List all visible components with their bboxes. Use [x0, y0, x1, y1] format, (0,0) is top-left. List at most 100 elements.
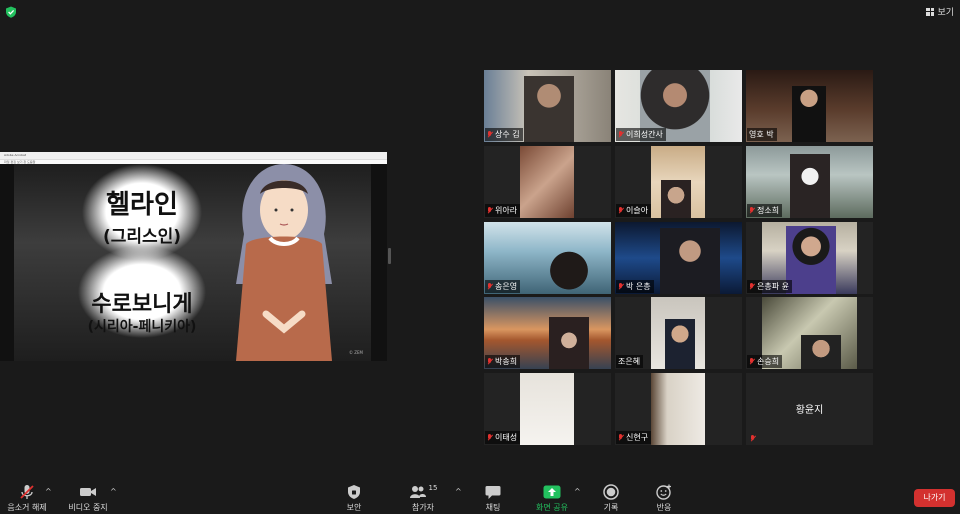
- participant-name: 정소희: [757, 206, 780, 215]
- reactions-button[interactable]: 반응: [650, 484, 678, 513]
- participant-video: [520, 373, 574, 445]
- participant-name: 위아라: [495, 206, 518, 215]
- participant-name-label: 이태성: [485, 431, 521, 444]
- participants-button[interactable]: 15 참가자: [404, 484, 442, 513]
- participant-tile[interactable]: 이태성: [484, 373, 611, 445]
- share-options-caret[interactable]: ^: [574, 487, 581, 496]
- muted-mic-icon: [749, 358, 755, 365]
- participant-name-label: 위아라: [485, 204, 521, 217]
- participant-video: [665, 319, 695, 369]
- muted-mic-icon: [618, 283, 624, 290]
- security-label: 보안: [346, 503, 362, 512]
- participant-tile[interactable]: 손승희: [746, 297, 873, 369]
- participant-name: 상수 김: [495, 130, 520, 139]
- participant-tile[interactable]: 박송희: [484, 297, 611, 369]
- participant-video: [524, 76, 574, 142]
- participant-tile[interactable]: 상수 김: [484, 70, 611, 142]
- participant-name-label: 신현구: [616, 431, 652, 444]
- muted-mic-icon: [487, 207, 493, 214]
- share-screen-label: 화면 공유: [536, 503, 568, 512]
- participant-name-label: 이희성간사: [616, 128, 666, 141]
- share-screen-icon: [543, 485, 561, 499]
- slide-left-bar: [0, 164, 14, 361]
- muted-mic-icon: [749, 283, 755, 290]
- slide-right-bar: [371, 164, 387, 361]
- video-options-caret[interactable]: ^: [110, 487, 117, 496]
- participants-label: 참가자: [411, 503, 435, 512]
- record-icon: [603, 484, 619, 500]
- share-screen-button[interactable]: 화면 공유: [532, 484, 572, 513]
- shared-screen[interactable]: Adobe Acrobat 파일 편집 보기 창 도움말 헬라인 (그리스인) …: [0, 152, 387, 361]
- participant-name: 이태성: [495, 433, 518, 442]
- participant-name: 조은혜: [618, 357, 641, 366]
- participant-video: [549, 317, 589, 369]
- video-camera-icon: [80, 488, 96, 496]
- participant-video: [661, 180, 691, 218]
- participant-video: [792, 86, 826, 142]
- participant-name-label: 이슬아: [616, 204, 652, 217]
- participant-name: 박송희: [495, 357, 518, 366]
- security-button[interactable]: 보안: [340, 484, 368, 513]
- participant-name-label: 상수 김: [485, 128, 523, 141]
- participant-video: [801, 335, 841, 369]
- participant-video: [539, 242, 599, 294]
- participant-video: [520, 146, 574, 218]
- participant-name: 이슬아: [626, 206, 649, 215]
- woman-illustration: [236, 164, 332, 361]
- unmute-button[interactable]: 음소거 해제: [4, 484, 50, 513]
- participant-tile[interactable]: 황윤지: [746, 373, 873, 445]
- participant-tile[interactable]: 박 은총: [615, 222, 742, 294]
- participant-tile[interactable]: 이슬아: [615, 146, 742, 218]
- stop-video-button[interactable]: 비디오 중지: [64, 484, 112, 513]
- participant-name-label: 손승희: [747, 355, 783, 368]
- participant-video: [660, 228, 720, 294]
- muted-mic-icon: [487, 131, 493, 138]
- audio-options-caret[interactable]: ^: [45, 487, 52, 496]
- grid-icon: [926, 7, 935, 16]
- record-label: 기록: [603, 503, 619, 512]
- participant-tile[interactable]: 정소희: [746, 146, 873, 218]
- participant-tile[interactable]: 위아라: [484, 146, 611, 218]
- participant-name-label: 영호 박: [747, 128, 777, 141]
- participant-name-label: 송은영: [485, 280, 521, 293]
- participant-video: [790, 154, 830, 218]
- slide-watermark: © ZEM: [349, 350, 363, 355]
- muted-mic-icon: [618, 207, 624, 214]
- participant-name: 이희성간사: [626, 130, 663, 139]
- participant-tile[interactable]: 영호 박: [746, 70, 873, 142]
- chat-button[interactable]: 채팅: [480, 484, 506, 513]
- participant-tile[interactable]: 송은영: [484, 222, 611, 294]
- slide-heading-syro: 수로보니게: [91, 292, 193, 317]
- presentation-slide: 헬라인 (그리스인) 수로보니게 (시리아-페니키아) © ZEM: [14, 164, 371, 361]
- chat-bubble-icon: [485, 485, 501, 499]
- muted-mic-icon: [487, 358, 493, 365]
- participant-name-label: 박 은총: [616, 280, 654, 293]
- participant-name-label: 은총파 윤: [747, 280, 792, 293]
- participants-options-caret[interactable]: ^: [455, 487, 462, 496]
- participant-tile[interactable]: 은총파 윤: [746, 222, 873, 294]
- view-label: 보기: [937, 8, 954, 18]
- reaction-smiley-icon: [656, 484, 671, 500]
- muted-mic-icon: [750, 435, 756, 442]
- leave-meeting-button[interactable]: 나가기: [914, 489, 955, 507]
- participant-name: 영호 박: [749, 130, 774, 139]
- view-button[interactable]: 보기: [926, 5, 954, 18]
- participant-tile[interactable]: 이희성간사: [615, 70, 742, 142]
- splitter-handle[interactable]: [388, 248, 391, 264]
- participant-name: 손승희: [757, 357, 780, 366]
- muted-mic-icon: [487, 283, 493, 290]
- slide-heading-greek: 헬라인: [106, 190, 178, 220]
- stop-video-label: 비디오 중지: [68, 503, 108, 512]
- slide-subheading-syro: (시리아-페니키아): [87, 319, 197, 335]
- participant-tile[interactable]: 신현구: [615, 373, 742, 445]
- shared-window-title: Adobe Acrobat: [0, 152, 387, 160]
- muted-mic-icon: [618, 131, 624, 138]
- participant-tile[interactable]: 조은혜: [615, 297, 742, 369]
- security-shield-icon: [6, 6, 16, 18]
- record-button[interactable]: 기록: [598, 484, 624, 513]
- muted-mic-icon: [618, 434, 624, 441]
- participants-icon: [409, 486, 426, 498]
- participant-name: 은총파 윤: [757, 282, 789, 291]
- participant-name-center: 황윤지: [795, 405, 824, 416]
- muted-mic-icon: [487, 434, 493, 441]
